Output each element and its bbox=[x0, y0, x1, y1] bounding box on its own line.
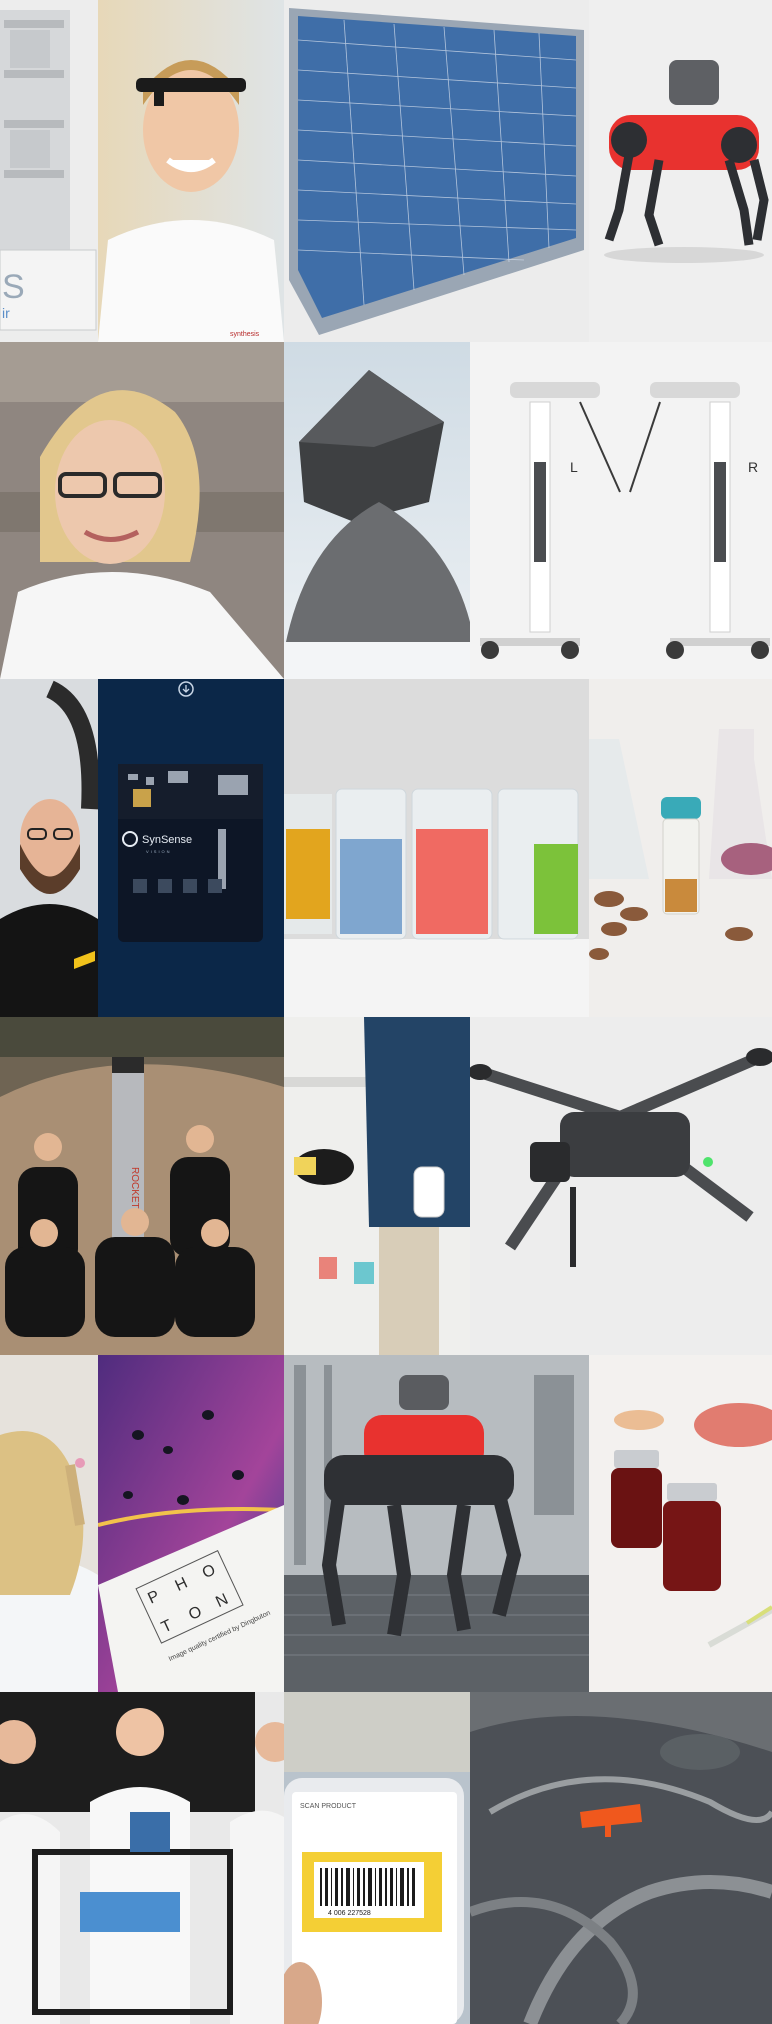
tile-portrait-young-man[interactable]: synthesis bbox=[98, 0, 284, 342]
tile-robot-dog-factory[interactable] bbox=[284, 1355, 589, 1692]
tile-surgical-robot[interactable]: L R bbox=[470, 342, 772, 679]
tile-chip-board[interactable]: SynSense VISION bbox=[98, 679, 284, 1017]
tile-drone[interactable] bbox=[470, 1017, 772, 1355]
tile-lab-team[interactable] bbox=[0, 1692, 284, 2024]
shirt-logo: synthesis bbox=[230, 331, 260, 338]
machine-label-ir: ir bbox=[2, 305, 10, 321]
rocket-label: ROCKET bbox=[129, 1167, 140, 1209]
arm-label-left: L bbox=[570, 459, 578, 475]
chip-brand: SynSense bbox=[142, 834, 192, 846]
tile-beakers-recycled[interactable] bbox=[284, 679, 589, 1017]
chip-sub-brand: VISION bbox=[146, 849, 172, 854]
tile-aerial-drone[interactable] bbox=[470, 1692, 772, 2024]
tile-photon-card[interactable]: P H O T O N Image quality certified by D… bbox=[98, 1355, 284, 1692]
image-mosaic: S ir synthesis L R SynSense VISION ROCKE… bbox=[0, 0, 772, 2024]
tile-lab-nuts[interactable] bbox=[589, 679, 772, 1017]
tile-vials[interactable] bbox=[589, 1355, 772, 1692]
tile-industrial-machine[interactable]: S ir bbox=[0, 0, 98, 342]
tile-lab-woman-back[interactable] bbox=[0, 1355, 98, 1692]
tile-glove-blocks[interactable] bbox=[284, 1017, 470, 1355]
tile-foam-cube[interactable] bbox=[284, 342, 470, 679]
tile-portrait-woman-glasses[interactable] bbox=[0, 342, 284, 679]
tile-robot-dog-studio[interactable] bbox=[589, 0, 772, 342]
arm-label-right: R bbox=[748, 459, 758, 475]
machine-label-s: S bbox=[2, 268, 25, 306]
tile-solar-panel[interactable] bbox=[284, 0, 589, 342]
tile-rocket-team[interactable]: ROCKET bbox=[0, 1017, 284, 1355]
tile-phone-scan[interactable]: SCAN PRODUCT 4 006 227528 bbox=[284, 1692, 470, 2024]
scan-header: SCAN PRODUCT bbox=[300, 1803, 357, 1810]
barcode-digits: 4 006 227528 bbox=[328, 1910, 371, 1917]
tile-bearded-man[interactable] bbox=[0, 679, 98, 1017]
